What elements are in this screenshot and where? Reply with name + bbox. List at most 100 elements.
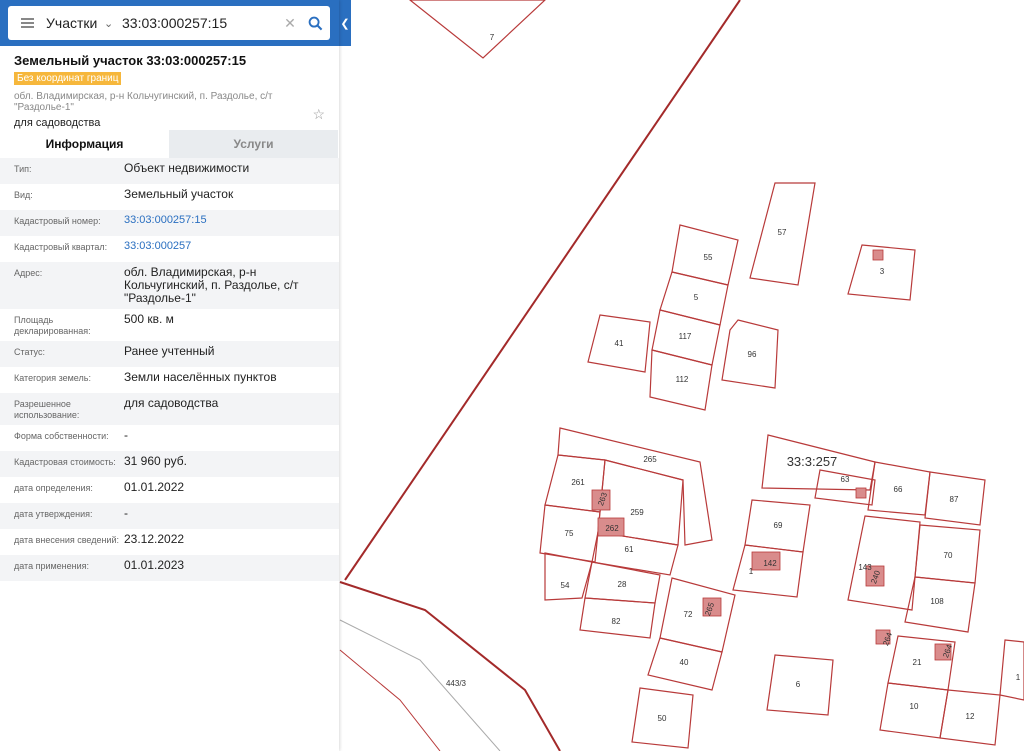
info-label: Статус:	[14, 347, 45, 357]
info-value: 23.12.2022	[124, 532, 185, 546]
status-badge: Без координат границ	[14, 72, 122, 85]
info-row: Категория земель: Земли населённых пункто…	[0, 367, 339, 393]
svg-text:63: 63	[841, 475, 850, 484]
search-button[interactable]	[300, 16, 330, 31]
chevron-down-icon[interactable]: ⌄	[104, 17, 122, 30]
info-row: Форма собственности: -	[0, 425, 339, 451]
object-usage: для садоводства	[14, 117, 101, 129]
tab-info[interactable]: Информация	[0, 130, 169, 158]
svg-text:117: 117	[679, 332, 692, 341]
info-label: Тип:	[14, 164, 32, 174]
search-input[interactable]: 33:03:000257:15	[122, 15, 280, 31]
search-box: Участки ⌄ 33:03:000257:15 ✕	[8, 6, 330, 40]
info-label: Разрешенное использование:	[14, 399, 80, 420]
info-value: обл. Владимирская, р-н Кольчугинский, п.…	[124, 265, 299, 305]
object-header: Земельный участок 33:03:000257:15 Без ко…	[0, 46, 339, 130]
info-label: Кадастровый номер:	[14, 216, 101, 226]
info-value: Ранее учтенный	[124, 344, 215, 358]
svg-text:6: 6	[796, 680, 801, 689]
info-value: 500 кв. м	[124, 312, 174, 326]
quarter-label: 33:3:257	[787, 454, 838, 469]
svg-text:82: 82	[612, 617, 621, 626]
svg-text:261: 261	[571, 478, 585, 487]
info-value: -	[124, 506, 128, 520]
info-label: Площадь декларированная:	[14, 315, 91, 336]
info-row: дата применения: 01.01.2023	[0, 555, 339, 581]
svg-text:5: 5	[694, 293, 699, 302]
info-label: Категория земель:	[14, 373, 91, 383]
category-select[interactable]: Участки	[46, 15, 104, 31]
info-value: Объект недвижимости	[124, 161, 250, 175]
info-table: Тип: Объект недвижимости Вид: Земельный уч…	[0, 158, 339, 581]
info-label: Кадастровый квартал:	[14, 242, 108, 252]
cadastral-quarter-link[interactable]: 33:03:000257	[124, 240, 324, 258]
chevron-left-icon: ❮	[340, 17, 350, 30]
svg-text:21: 21	[913, 658, 922, 667]
svg-text:69: 69	[774, 521, 783, 530]
info-value: для садоводства	[124, 396, 219, 410]
info-label: Кадастровая стоимость:	[14, 457, 116, 467]
object-title: Земельный участок 33:03:000257:15	[14, 53, 247, 68]
svg-text:3: 3	[880, 267, 885, 276]
collapse-panel-button[interactable]: ❮	[339, 0, 351, 46]
info-row: Вид: Земельный участок	[0, 184, 339, 210]
info-value: 01.01.2023	[124, 558, 185, 572]
svg-text:143: 143	[858, 563, 872, 572]
info-panel: Участки ⌄ 33:03:000257:15 ✕ Земельный уч…	[0, 0, 339, 751]
info-row: Тип: Объект недвижимости	[0, 158, 339, 184]
svg-text:72: 72	[684, 610, 693, 619]
info-label: Вид:	[14, 190, 33, 200]
svg-text:61: 61	[625, 545, 634, 554]
info-row: Разрешенное использование: для садоводств…	[0, 393, 339, 425]
info-row: дата внесения сведений: 23.12.2022	[0, 529, 339, 555]
svg-text:41: 41	[615, 339, 624, 348]
info-row: дата утверждения: -	[0, 503, 339, 529]
info-label: Форма собственности:	[14, 431, 109, 441]
info-value: 31 960 руб.	[124, 454, 187, 468]
svg-text:28: 28	[618, 580, 627, 589]
info-value: Земли населённых пунктов	[124, 370, 277, 384]
svg-text:1: 1	[1016, 673, 1021, 682]
svg-text:112: 112	[676, 375, 689, 384]
search-icon	[308, 16, 322, 30]
svg-text:75: 75	[565, 529, 574, 538]
search-bar: Участки ⌄ 33:03:000257:15 ✕	[0, 0, 339, 46]
road-label: 443/3	[446, 679, 467, 688]
star-icon[interactable]: ☆	[312, 106, 325, 123]
info-value: Земельный участок	[124, 187, 234, 201]
info-label: Адрес:	[14, 268, 43, 278]
svg-text:7: 7	[490, 33, 495, 42]
svg-text:87: 87	[950, 495, 959, 504]
svg-text:259: 259	[630, 508, 644, 517]
clear-icon[interactable]: ✕	[280, 15, 300, 32]
svg-text:55: 55	[704, 253, 713, 262]
svg-text:12: 12	[966, 712, 975, 721]
tab-bar: Информация Услуги	[0, 130, 339, 158]
svg-text:108: 108	[930, 597, 944, 606]
svg-text:1: 1	[749, 567, 754, 576]
info-row: Площадь декларированная: 500 кв. м	[0, 309, 339, 341]
svg-text:57: 57	[778, 228, 787, 237]
cadastral-number-link[interactable]: 33:03:000257:15	[124, 214, 324, 232]
svg-text:66: 66	[894, 485, 903, 494]
info-value: -	[124, 428, 128, 442]
svg-text:54: 54	[561, 581, 570, 590]
svg-text:10: 10	[910, 702, 919, 711]
info-row: Кадастровый номер: 33:03:000257:15	[0, 210, 339, 236]
svg-text:142: 142	[763, 559, 777, 568]
svg-text:96: 96	[748, 350, 757, 359]
info-row: Статус: Ранее учтенный	[0, 341, 339, 367]
info-value: 01.01.2022	[124, 480, 185, 494]
info-label: дата утверждения:	[14, 509, 93, 519]
info-label: дата применения:	[14, 561, 90, 571]
info-row: Кадастровый квартал: 33:03:000257	[0, 236, 339, 262]
tab-services[interactable]: Услуги	[169, 130, 338, 158]
svg-text:262: 262	[605, 524, 619, 533]
menu-icon[interactable]	[8, 6, 46, 40]
svg-text:40: 40	[680, 658, 689, 667]
svg-text:70: 70	[944, 551, 953, 560]
info-row: дата определения: 01.01.2022	[0, 477, 339, 503]
info-label: дата определения:	[14, 483, 93, 493]
info-label: дата внесения сведений:	[14, 535, 119, 545]
svg-text:265: 265	[643, 455, 657, 464]
